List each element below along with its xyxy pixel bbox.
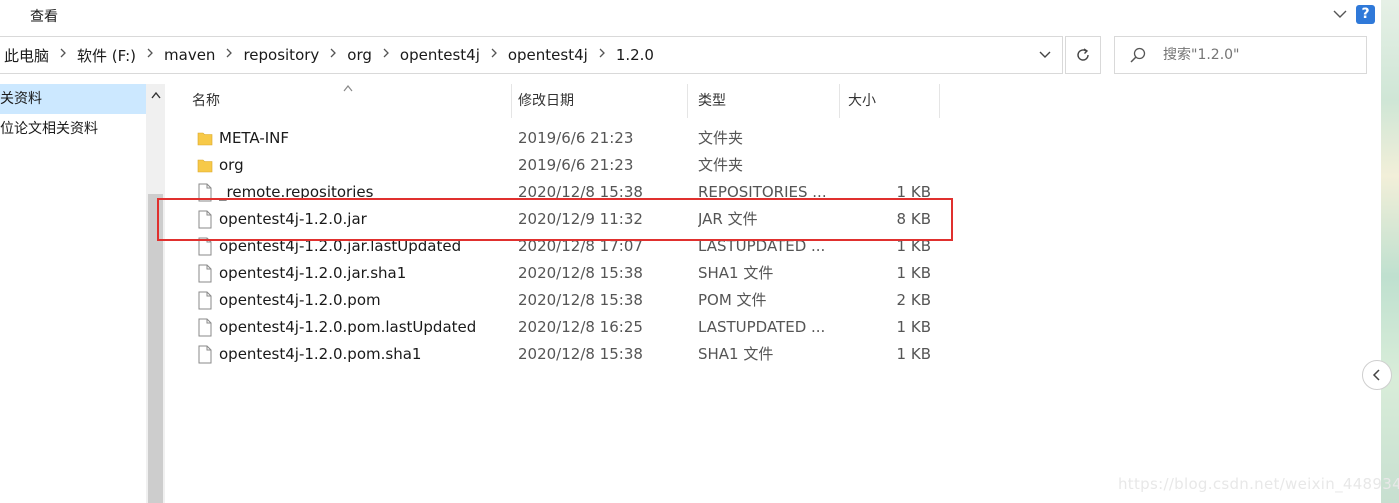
file-date: 2020/12/8 15:38 xyxy=(518,345,643,363)
file-size: 1 KB xyxy=(896,264,931,282)
file-size: 1 KB xyxy=(896,345,931,363)
refresh-icon xyxy=(1077,48,1089,61)
breadcrumb-item[interactable]: 此电脑 xyxy=(0,45,53,66)
view-tab[interactable]: 查看 xyxy=(30,6,58,26)
folder-icon xyxy=(197,156,213,175)
file-date: 2019/6/6 21:23 xyxy=(518,156,634,174)
ribbon: 查看 ? xyxy=(0,0,1380,30)
scroll-up-arrow-icon[interactable] xyxy=(146,84,165,106)
breadcrumb: 此电脑 软件 (F:) maven repository org opentest4j op… xyxy=(0,37,658,73)
file-type: 文件夹 xyxy=(698,129,744,147)
breadcrumb-chevron-icon[interactable] xyxy=(53,47,73,63)
breadcrumb-item[interactable]: opentest4j xyxy=(396,46,484,64)
breadcrumb-chevron-icon[interactable] xyxy=(376,47,396,63)
desktop-background-strip xyxy=(1381,0,1399,503)
file-row[interactable]: opentest4j-1.2.0.pom.sha1 2020/12/8 15:38… xyxy=(191,341,961,368)
file-date: 2019/6/6 21:23 xyxy=(518,129,634,147)
breadcrumb-item[interactable]: opentest4j xyxy=(504,46,592,64)
breadcrumb-item[interactable]: 软件 (F:) xyxy=(73,45,140,66)
file-row[interactable]: opentest4j-1.2.0.pom.lastUpdated 2020/12/… xyxy=(191,314,961,341)
file-type: POM 文件 xyxy=(698,291,767,309)
breadcrumb-chevron-icon[interactable] xyxy=(219,47,239,63)
breadcrumb-chevron-icon[interactable] xyxy=(323,47,343,63)
file-type: SHA1 文件 xyxy=(698,264,774,282)
file-name: opentest4j-1.2.0.pom.sha1 xyxy=(219,345,422,363)
column-header-date[interactable]: 修改日期 xyxy=(508,84,688,118)
file-name: opentest4j-1.2.0.pom.lastUpdated xyxy=(219,318,477,336)
search-input[interactable] xyxy=(1163,45,1353,65)
nav-item-related-materials[interactable]: 关资料 xyxy=(0,84,146,114)
column-header-size[interactable]: 大小 xyxy=(838,84,940,118)
right-pane-gap xyxy=(1367,36,1381,503)
file-icon xyxy=(197,345,213,364)
file-row[interactable]: org 2019/6/6 21:23 文件夹 xyxy=(191,152,961,179)
column-headers: 名称 修改日期 类型 大小 xyxy=(165,84,1365,118)
file-size: 2 KB xyxy=(896,291,931,309)
search-icon xyxy=(1129,46,1147,64)
highlight-box xyxy=(157,198,953,241)
file-date: 2020/12/8 15:38 xyxy=(518,264,643,282)
breadcrumb-item[interactable]: repository xyxy=(239,46,323,64)
file-size: 1 KB xyxy=(896,318,931,336)
file-name: opentest4j-1.2.0.pom xyxy=(219,291,381,309)
breadcrumb-item[interactable]: maven xyxy=(160,46,219,64)
breadcrumb-item[interactable]: 1.2.0 xyxy=(612,46,658,64)
breadcrumb-item[interactable]: org xyxy=(343,46,376,64)
nav-item-thesis-materials[interactable]: 位论文相关资料 xyxy=(0,114,146,144)
ribbon-expand-chevron-icon[interactable] xyxy=(1330,4,1350,24)
collapse-pane-button[interactable] xyxy=(1362,360,1392,390)
nav-scrollbar[interactable] xyxy=(146,84,165,503)
address-bar[interactable]: 此电脑 软件 (F:) maven repository org opentest4j op… xyxy=(0,36,1063,74)
sort-ascending-icon xyxy=(343,85,353,92)
file-icon xyxy=(197,291,213,310)
watermark: https://blog.csdn.net/weixin_44893487 xyxy=(1118,475,1399,493)
breadcrumb-chevron-icon[interactable] xyxy=(484,47,504,63)
file-type: LASTUPDATED ... xyxy=(698,318,826,336)
file-row[interactable]: META-INF 2019/6/6 21:23 文件夹 xyxy=(191,125,961,152)
help-icon[interactable]: ? xyxy=(1356,5,1375,24)
refresh-button[interactable] xyxy=(1065,36,1101,74)
file-type: 文件夹 xyxy=(698,156,744,174)
column-header-type[interactable]: 类型 xyxy=(688,84,840,118)
file-icon xyxy=(197,318,213,337)
file-row[interactable]: opentest4j-1.2.0.pom 2020/12/8 15:38 POM 文… xyxy=(191,287,961,314)
file-name: org xyxy=(219,156,244,174)
folder-icon xyxy=(197,129,213,148)
search-box[interactable] xyxy=(1114,36,1367,74)
file-date: 2020/12/8 15:38 xyxy=(518,291,643,309)
chevron-left-icon xyxy=(1372,369,1380,381)
file-icon xyxy=(197,264,213,283)
navigation-pane: 关资料 位论文相关资料 xyxy=(0,84,146,503)
file-name: opentest4j-1.2.0.jar.sha1 xyxy=(219,264,407,282)
file-type: SHA1 文件 xyxy=(698,345,774,363)
chevron-down-icon xyxy=(1039,51,1051,58)
file-name: META-INF xyxy=(219,129,290,147)
address-history-dropdown[interactable] xyxy=(1028,37,1062,73)
breadcrumb-chevron-icon[interactable] xyxy=(140,47,160,63)
breadcrumb-chevron-icon[interactable] xyxy=(592,47,612,63)
file-row[interactable]: opentest4j-1.2.0.jar.sha1 2020/12/8 15:38… xyxy=(191,260,961,287)
file-date: 2020/12/8 16:25 xyxy=(518,318,643,336)
